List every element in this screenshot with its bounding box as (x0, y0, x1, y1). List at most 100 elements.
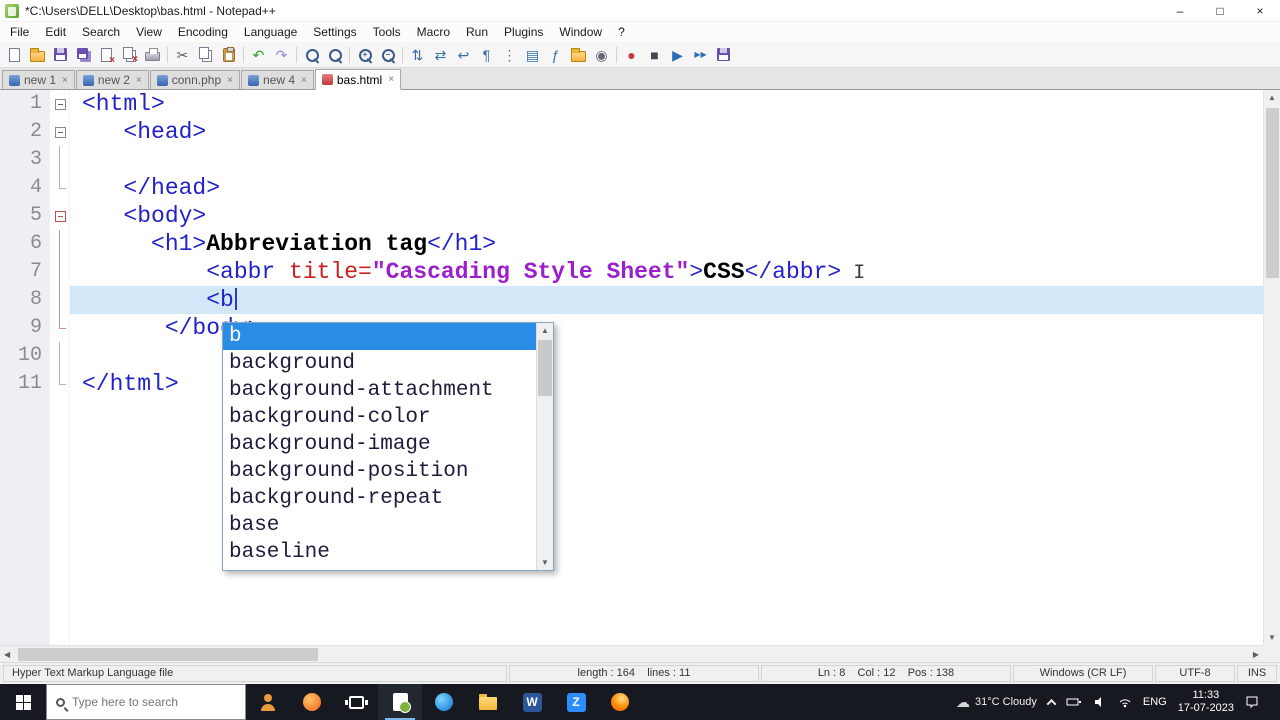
menu-encoding[interactable]: Encoding (170, 23, 236, 41)
record-macro-button[interactable]: ● (620, 43, 643, 66)
new-file-button[interactable] (3, 43, 26, 66)
word-wrap-button[interactable]: ↩ (452, 43, 475, 66)
notepadpp-taskbar-button[interactable] (378, 684, 422, 720)
menu-settings[interactable]: Settings (305, 23, 364, 41)
autocomplete-scrollbar[interactable] (536, 323, 553, 570)
firefox-button[interactable] (598, 684, 642, 720)
typing-mode-label[interactable]: INS (1237, 665, 1277, 682)
vertical-scrollbar-thumb[interactable] (1266, 108, 1279, 278)
network-icon[interactable] (1118, 696, 1132, 708)
zoom-button[interactable]: Z (554, 684, 598, 720)
tab-close-icon[interactable]: × (62, 75, 68, 86)
line-number[interactable]: 5 (0, 202, 42, 230)
tab-new-4[interactable]: new 4 × (240, 70, 314, 89)
sync-horizontal-button[interactable]: ⇄ (429, 43, 452, 66)
line-number[interactable]: 2 (0, 118, 42, 146)
autocomplete-item[interactable]: base (223, 512, 536, 539)
sync-vertical-button[interactable]: ⇅ (406, 43, 429, 66)
autocomplete-item[interactable]: background-attachment (223, 377, 536, 404)
save-button[interactable] (49, 43, 72, 66)
run-macro-multiple-button[interactable]: ▶▶ (689, 43, 712, 66)
menu-language[interactable]: Language (236, 23, 305, 41)
vertical-scrollbar[interactable] (1263, 90, 1280, 645)
horizontal-scrollbar-thumb[interactable] (18, 648, 318, 661)
notification-center-icon[interactable] (1245, 696, 1259, 708)
battery-icon[interactable] (1066, 696, 1082, 708)
menu-macro[interactable]: Macro (409, 23, 458, 41)
code-line-1[interactable]: <html> (70, 90, 1280, 118)
people-button[interactable] (246, 684, 290, 720)
tab-close-icon[interactable]: × (388, 74, 394, 85)
code-line-7[interactable]: <abbr title="Cascading Style Sheet">CSS<… (70, 258, 1280, 286)
stop-macro-button[interactable]: ■ (643, 43, 666, 66)
code-line-2[interactable]: <head> (70, 118, 1280, 146)
code-line-4[interactable]: </head> (70, 174, 1280, 202)
eol-format-label[interactable]: Windows (CR LF) (1013, 665, 1153, 682)
save-all-button[interactable] (72, 43, 95, 66)
menu-plugins[interactable]: Plugins (496, 23, 551, 41)
tab-new-1[interactable]: new 1 × (2, 70, 75, 89)
fold-collapse-icon[interactable] (54, 126, 66, 138)
autocomplete-item[interactable]: baseline (223, 539, 536, 566)
menu-tools[interactable]: Tools (365, 23, 409, 41)
close-all-button[interactable] (118, 43, 141, 66)
fold-collapse-icon[interactable] (54, 98, 66, 110)
line-number[interactable]: 9 (0, 314, 42, 342)
editor[interactable]: 1 2 3 4 5 6 7 8 9 10 11 <html> <head> </head> <bod… (0, 90, 1280, 662)
edge-button[interactable] (422, 684, 466, 720)
cut-button[interactable]: ✂ (171, 43, 194, 66)
tab-new-2[interactable]: new 2 × (75, 70, 149, 89)
line-number[interactable]: 3 (0, 146, 42, 174)
close-file-button[interactable] (95, 43, 118, 66)
menu-run[interactable]: Run (458, 23, 496, 41)
clock[interactable]: 11:33 17-07-2023 (1178, 689, 1234, 715)
autocomplete-item[interactable]: background-repeat (223, 485, 536, 512)
menu-edit[interactable]: Edit (37, 23, 74, 41)
autocomplete-item[interactable]: background-image (223, 431, 536, 458)
search-input[interactable] (72, 695, 227, 709)
menu-search[interactable]: Search (74, 23, 128, 41)
autocomplete-popup[interactable]: b background background-attachment backgrou… (222, 322, 554, 571)
undo-button[interactable]: ↶ (247, 43, 270, 66)
playback-macro-button[interactable]: ▶ (666, 43, 689, 66)
line-number[interactable]: 11 (0, 370, 42, 398)
tab-close-icon[interactable]: × (136, 75, 142, 86)
language-indicator[interactable]: ENG (1143, 696, 1167, 708)
autocomplete-item[interactable]: background-color (223, 404, 536, 431)
tab-close-icon[interactable]: × (227, 75, 233, 86)
line-number[interactable]: 1 (0, 90, 42, 118)
redo-button[interactable]: ↷ (270, 43, 293, 66)
menu-window[interactable]: Window (551, 23, 610, 41)
horizontal-scrollbar[interactable] (0, 645, 1263, 662)
fold-collapse-icon[interactable] (54, 210, 66, 222)
show-all-characters-button[interactable]: ¶ (475, 43, 498, 66)
code-line-8[interactable]: <b (70, 286, 1280, 314)
line-number[interactable]: 7 (0, 258, 42, 286)
tab-conn-php[interactable]: conn.php × (149, 70, 240, 89)
taskbar-search[interactable] (46, 684, 246, 720)
code-line-6[interactable]: <h1>Abbreviation tag</h1> (70, 230, 1280, 258)
line-number[interactable]: 8 (0, 286, 42, 314)
file-explorer-button[interactable] (466, 684, 510, 720)
save-macro-button[interactable] (712, 43, 735, 66)
code-line-3[interactable] (70, 146, 1280, 174)
autocomplete-scrollbar-thumb[interactable] (538, 340, 552, 396)
start-button[interactable] (0, 684, 46, 720)
paste-button[interactable] (217, 43, 240, 66)
line-number[interactable]: 4 (0, 174, 42, 202)
find-button[interactable] (300, 43, 323, 66)
indent-guide-button[interactable]: ⋮ (498, 43, 521, 66)
menu-help[interactable]: ? (610, 23, 633, 41)
line-number[interactable]: 10 (0, 342, 42, 370)
code-line-5[interactable]: <body> (70, 202, 1280, 230)
line-number[interactable]: 6 (0, 230, 42, 258)
folder-as-workspace-button[interactable] (567, 43, 590, 66)
menu-view[interactable]: View (128, 23, 170, 41)
open-file-button[interactable] (26, 43, 49, 66)
task-view-button[interactable] (334, 684, 378, 720)
print-button[interactable] (141, 43, 164, 66)
function-list-button[interactable]: ƒ (544, 43, 567, 66)
autocomplete-item[interactable]: b (223, 323, 536, 350)
menu-file[interactable]: File (2, 23, 37, 41)
word-button[interactable]: W (510, 684, 554, 720)
